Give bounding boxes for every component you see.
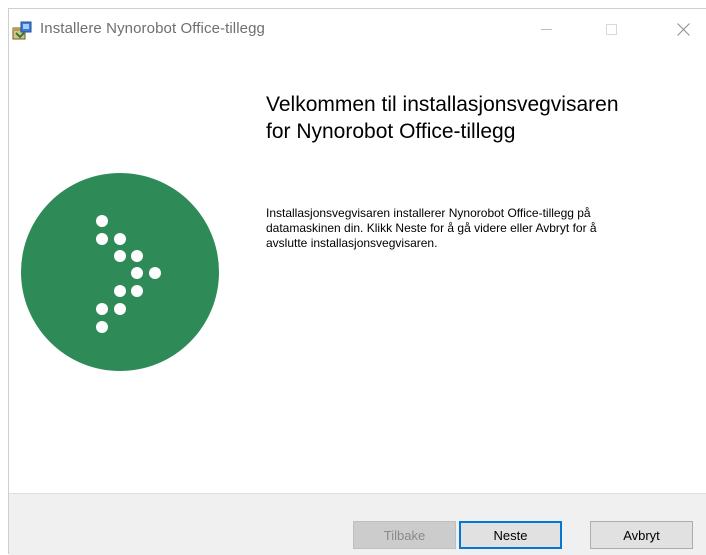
next-button[interactable]: Neste	[459, 521, 562, 549]
maximize-icon	[605, 23, 617, 35]
back-button[interactable]: Tilbake	[353, 521, 456, 549]
cancel-button[interactable]: Avbryt	[590, 521, 693, 549]
installer-package-icon	[12, 21, 32, 41]
heading-line: for Nynorobot Office-tillegg	[266, 120, 516, 143]
welcome-description: Installasjonsvegvisaren installerer Nyno…	[266, 206, 686, 251]
close-icon	[676, 22, 690, 36]
nynorobot-arrow-logo	[21, 173, 219, 371]
close-button[interactable]	[660, 9, 706, 49]
minimize-button[interactable]	[523, 9, 569, 49]
heading-line: Velkommen til installasjonsvegvisaren	[266, 93, 619, 116]
button-bar: Tilbake Neste Avbryt	[9, 493, 706, 555]
maximize-button[interactable]	[588, 9, 634, 49]
description-line: avslutte installasjonsvegvisaren.	[266, 236, 438, 250]
description-line: datamaskinen din. Klikk Neste for å gå v…	[266, 221, 597, 235]
minimize-icon	[540, 24, 552, 35]
window-title: Installere Nynorobot Office-tillegg	[40, 20, 265, 37]
description-line: Installasjonsvegvisaren installerer Nyno…	[266, 206, 591, 220]
welcome-panel: Velkommen til installasjonsvegvisaren fo…	[9, 49, 706, 489]
title-bar[interactable]: Installere Nynorobot Office-tillegg	[9, 9, 706, 49]
welcome-heading: Velkommen til installasjonsvegvisaren fo…	[266, 91, 696, 145]
logo-circle	[21, 173, 219, 371]
installer-window: Installere Nynorobot Office-tillegg Velk…	[8, 8, 706, 555]
